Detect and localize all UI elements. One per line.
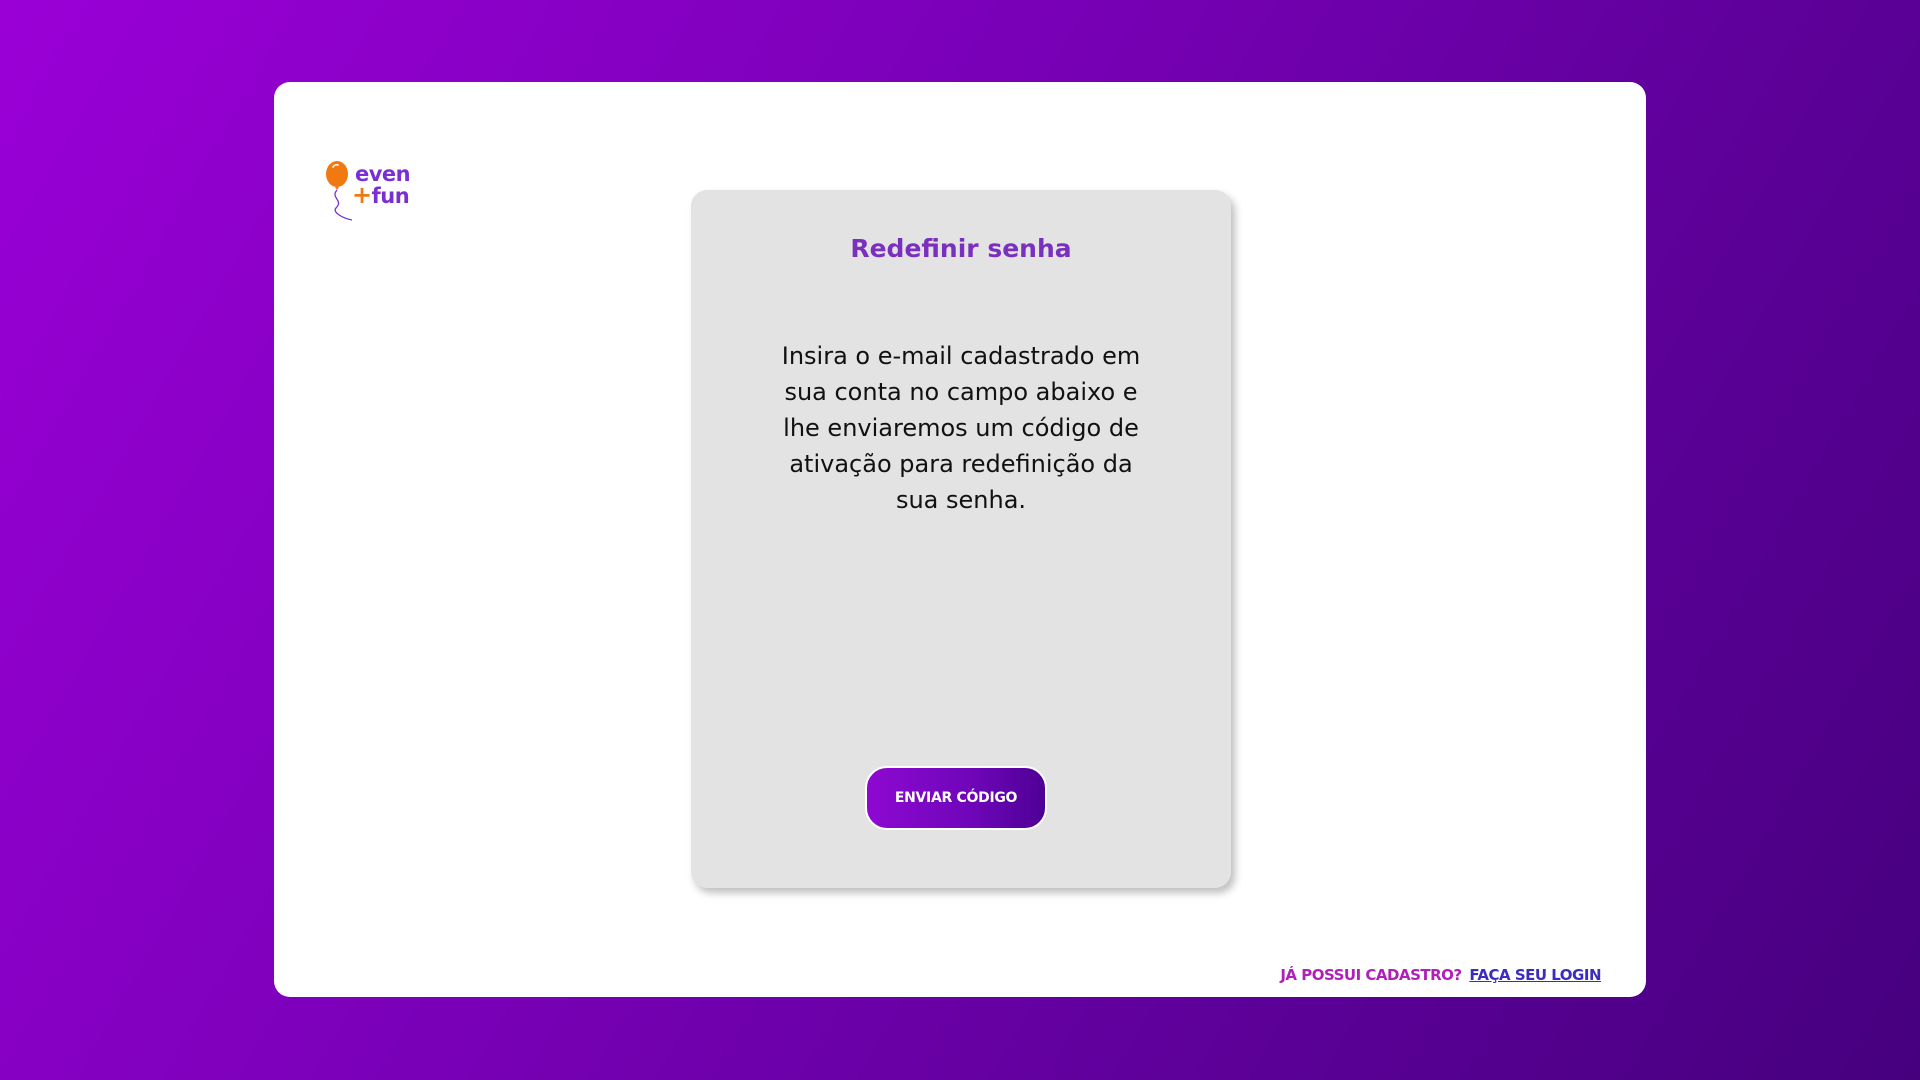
login-link[interactable]: FAÇA SEU LOGIN <box>1469 966 1601 984</box>
brand-logo: even +fun <box>324 160 444 230</box>
brand-word-fun: fun <box>371 184 410 208</box>
login-question: JÁ POSSUI CADASTRO? <box>1280 966 1462 984</box>
send-code-button[interactable]: ENVIAR CÓDIGO <box>865 766 1047 830</box>
page-title: Redefinir senha <box>850 234 1072 263</box>
main-card: even +fun Redefinir senha Insira o e-mai… <box>274 82 1646 997</box>
instructions-text: Insira o e-mail cadastrado em sua conta … <box>781 342 1141 514</box>
brand-plus: + <box>352 181 372 209</box>
brand-wordmark: even +fun <box>352 164 411 209</box>
reset-password-panel: Redefinir senha Insira o e-mail cadastra… <box>691 190 1231 888</box>
login-prompt: JÁ POSSUI CADASTRO? FAÇA SEU LOGIN <box>1280 966 1601 984</box>
